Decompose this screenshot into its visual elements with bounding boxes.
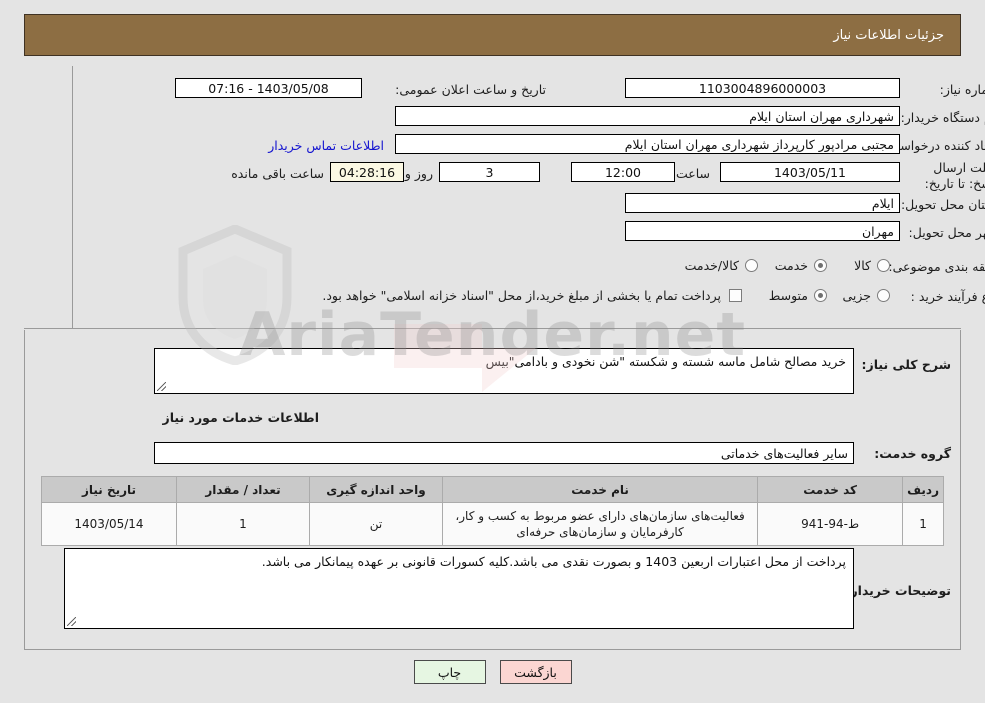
buyer-notes-textarea[interactable]: پرداخت از محل اعتبارات اربعین 1403 و بصو… — [64, 548, 854, 629]
delivery-province-value: ایلام — [625, 193, 900, 213]
need-number-label: شماره نیاز: — [939, 82, 985, 97]
request-creator-value: مجتبی مرادپور کارپرداز شهرداری مهران است… — [395, 134, 900, 154]
action-button-row: بازگشت چاپ — [0, 660, 985, 684]
th-qty: تعداد / مقدار — [176, 476, 310, 503]
category-radio-goods-label: کالا — [854, 258, 871, 273]
cell-row: 1 — [902, 502, 944, 546]
deadline-hour-value: 12:00 — [571, 162, 675, 182]
category-radio-goods[interactable] — [877, 259, 890, 272]
process-radio-medium-label: متوسط — [768, 288, 808, 303]
process-radio-minor[interactable] — [877, 289, 890, 302]
process-radio-minor-label: جزیی — [842, 288, 871, 303]
cell-name: فعالیت‌های سازمان‌های دارای عضو مربوط به… — [441, 502, 759, 546]
panel-divider — [24, 328, 961, 329]
delivery-city-value: مهران — [625, 221, 900, 241]
buyer-org-label: نام دستگاه خریدار: — [900, 110, 985, 125]
th-date: تاریخ نیاز — [41, 476, 177, 503]
back-button[interactable]: بازگشت — [499, 660, 572, 684]
service-group-value: سایر فعالیت‌های خدماتی — [154, 442, 854, 464]
category-label: طبقه بندی موضوعی: — [888, 259, 985, 274]
page-title: جزئیات اطلاعات نیاز — [833, 27, 944, 43]
cell-date: 1403/05/14 — [41, 502, 177, 546]
page-root: AriaTender.net جزئیات اطلاعات نیاز شماره… — [0, 0, 985, 703]
purchase-process-label: نوع فرآیند خرید : — [910, 289, 985, 304]
countdown-value: 04:28:16 — [330, 162, 404, 182]
delivery-city-label: شهر محل تحویل: — [908, 225, 985, 240]
category-radio-goods-service[interactable] — [745, 259, 758, 272]
cell-code: ط-94-941 — [757, 502, 904, 546]
services-heading: اطلاعات خدمات مورد نیاز — [162, 410, 320, 425]
need-info-panel: شماره نیاز: 1103004896000003 تاریخ و ساع… — [72, 66, 985, 328]
deadline-hour-label: ساعت — [675, 166, 710, 181]
category-radio-service-label: خدمت — [774, 258, 808, 273]
category-radio-service[interactable] — [814, 259, 827, 272]
announce-date-value: 1403/05/08 - 07:16 — [175, 78, 362, 98]
page-title-bar: جزئیات اطلاعات نیاز — [24, 14, 961, 56]
table-row: 1 ط-94-941 فعالیت‌های سازمان‌های دارای ع… — [41, 502, 944, 546]
buyer-org-value: شهرداری مهران استان ایلام — [395, 106, 900, 126]
cell-unit: تن — [309, 502, 443, 546]
services-table: ردیف کد خدمت نام خدمت واحد اندازه گیری ت… — [41, 476, 944, 546]
announce-date-label: تاریخ و ساعت اعلان عمومی: — [395, 82, 546, 97]
deadline-date-value: 1403/05/11 — [720, 162, 900, 182]
th-name: نام خدمت — [441, 476, 759, 503]
process-radio-medium[interactable] — [814, 289, 827, 302]
delivery-province-label: استان محل تحویل: — [900, 197, 985, 212]
summary-label: شرح کلی نیاز: — [861, 357, 951, 372]
cell-qty: 1 — [176, 502, 310, 546]
treasury-bonds-note: پرداخت تمام یا بخشی از مبلغ خرید،از محل … — [322, 288, 721, 303]
th-code: کد خدمت — [757, 476, 904, 503]
th-row: ردیف — [902, 476, 944, 503]
service-group-label: گروه خدمت: — [874, 446, 951, 461]
table-header-row: ردیف کد خدمت نام خدمت واحد اندازه گیری ت… — [41, 476, 944, 503]
summary-textarea[interactable]: خرید مصالح شامل ماسه شسته و شکسته "شن نخ… — [154, 348, 854, 394]
buyer-contact-link[interactable]: اطلاعات تماس خریدار — [268, 138, 384, 153]
category-radio-goods-service-label: کالا/خدمت — [684, 258, 739, 273]
remaining-days-value: 3 — [439, 162, 540, 182]
buyer-notes-label: توضیحات خریدار: — [845, 583, 951, 598]
countdown-label: ساعت باقی مانده — [231, 166, 324, 181]
treasury-bonds-checkbox[interactable] — [729, 289, 742, 302]
th-unit: واحد اندازه گیری — [309, 476, 443, 503]
deadline-label: مهلت ارسال پاسخ: تا تاریخ: — [924, 160, 985, 191]
print-button[interactable]: چاپ — [413, 660, 486, 684]
need-number-value: 1103004896000003 — [625, 78, 900, 98]
remaining-days-label: روز و — [404, 166, 433, 181]
